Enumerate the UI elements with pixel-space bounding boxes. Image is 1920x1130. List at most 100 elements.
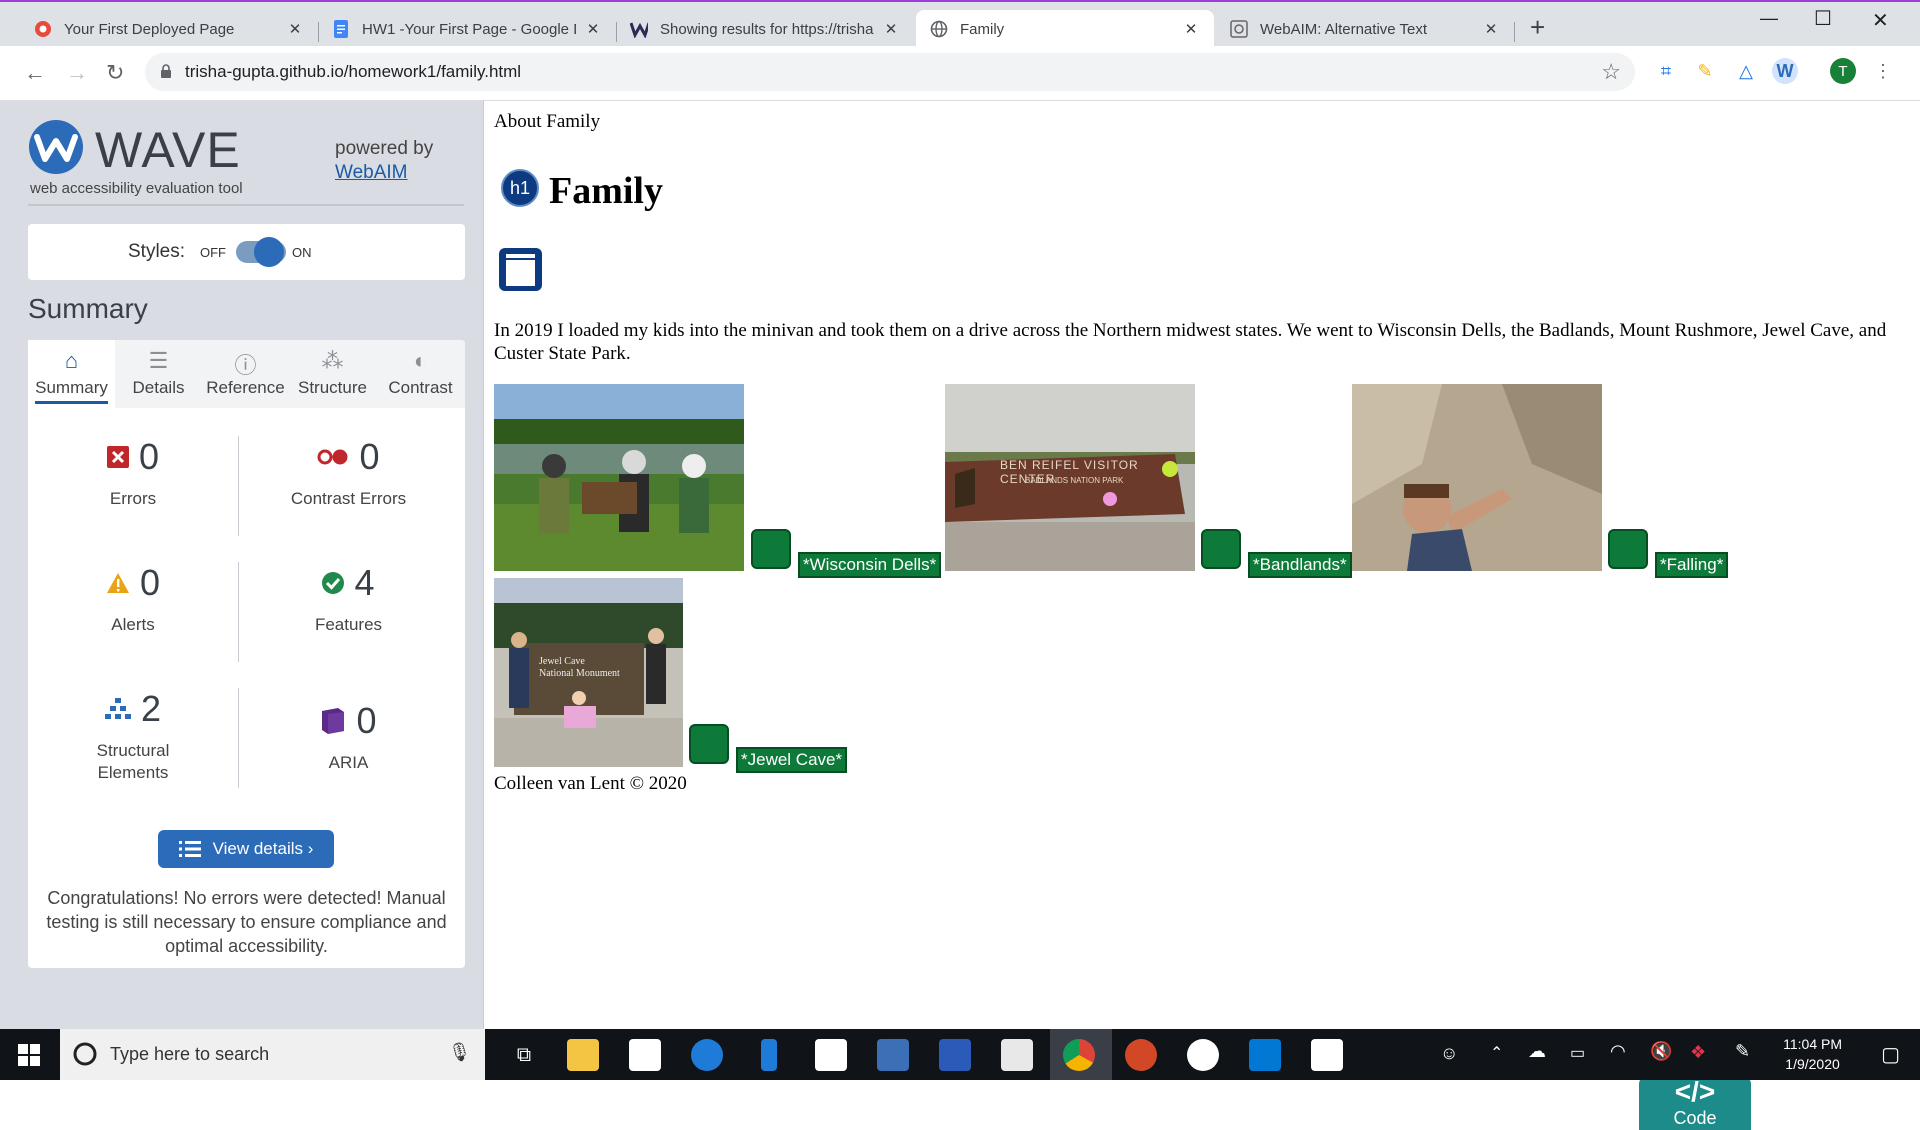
image-feature-icon[interactable]: [689, 724, 729, 764]
tab-wave-results[interactable]: Showing results for https://trisha ✕: [616, 10, 914, 48]
tab-summary[interactable]: ⌂ Summary: [28, 340, 115, 408]
edge-icon[interactable]: [691, 1039, 723, 1071]
tab-title: Your First Deployed Page: [64, 20, 235, 38]
github-icon[interactable]: [1187, 1039, 1219, 1071]
maximize-button[interactable]: ☐: [1814, 6, 1832, 31]
styles-toggle-box: Styles: OFF ON: [28, 224, 465, 280]
tab-title: WebAIM: Alternative Text: [1260, 20, 1428, 38]
image-feature-icon[interactable]: [1608, 529, 1648, 569]
bookmark-star-icon[interactable]: ☆: [1601, 59, 1621, 85]
profile-avatar[interactable]: T: [1830, 58, 1856, 84]
mail-icon[interactable]: [815, 1039, 847, 1071]
image-feature-icon[interactable]: [751, 529, 791, 569]
divider: [238, 688, 239, 788]
tab-hw1-google-docs[interactable]: HW1 -Your First Page - Google D ✕: [318, 10, 616, 48]
photo-wisconsin-dells[interactable]: [494, 384, 744, 571]
styles-off-label: OFF: [200, 245, 226, 260]
stat-structural-elements[interactable]: 2 Structural Elements: [33, 688, 233, 784]
pen-icon[interactable]: ✎: [1735, 1041, 1750, 1062]
forward-button[interactable]: →: [66, 60, 88, 86]
minimize-button[interactable]: —: [1760, 8, 1778, 29]
close-icon[interactable]: ✕: [584, 20, 602, 38]
microphone-icon[interactable]: 🎙: [448, 1042, 471, 1063]
divider: [238, 436, 239, 536]
photo-badlands[interactable]: BEN REIFEL VISITOR CENTER BADLANDS NATIO…: [945, 384, 1195, 571]
tab-contrast[interactable]: ◐ Contrast: [376, 340, 465, 408]
notepad-icon[interactable]: [1001, 1039, 1033, 1071]
alt-text-label: *Wisconsin Dells*: [798, 552, 942, 578]
tab-title: HW1 -Your First Page - Google D: [362, 20, 576, 38]
summary-heading: Summary: [28, 293, 148, 324]
onedrive-icon[interactable]: ☁: [1528, 1041, 1546, 1062]
people-icon[interactable]: ☺: [1440, 1043, 1458, 1064]
tab-title: Family: [960, 20, 1005, 38]
code-toggle-button[interactable]: </> Code: [1639, 1076, 1751, 1130]
close-window-button[interactable]: ✕: [1872, 8, 1889, 33]
python-icon[interactable]: [877, 1039, 909, 1071]
webaim-link[interactable]: WebAIM: [335, 162, 408, 183]
taskbar-clock[interactable]: 11:04 PM 1/9/2020: [1783, 1034, 1842, 1074]
tab-family[interactable]: Family ✕: [916, 10, 1214, 48]
structural-count: 2: [140, 688, 162, 729]
image-feature-icon[interactable]: [1201, 529, 1241, 569]
photos-icon[interactable]: [1311, 1039, 1343, 1071]
back-button[interactable]: ←: [24, 60, 46, 86]
congrats-message: Congratulations! No errors were detected…: [46, 888, 447, 956]
tab-reference[interactable]: ⓘ Reference: [202, 340, 289, 408]
view-details-button[interactable]: View details ›: [158, 830, 334, 868]
styles-label: Styles:: [128, 241, 186, 262]
close-icon[interactable]: ✕: [1482, 20, 1500, 38]
tab-structure[interactable]: ⁂ Structure: [289, 340, 376, 408]
photo-jewel-cave[interactable]: Jewel Cave National Monument: [494, 578, 683, 767]
new-tab-button[interactable]: +: [1530, 14, 1545, 40]
stat-contrast-errors[interactable]: 0 Contrast Errors: [241, 436, 456, 510]
structural-label: Structural Elements: [96, 741, 170, 782]
wave-logo-icon: [29, 120, 83, 174]
code-icon: </>: [1674, 1076, 1716, 1107]
wave-title: WAVE: [95, 122, 241, 178]
taskbar-search[interactable]: Type here to search 🎙: [60, 1029, 485, 1080]
stat-aria[interactable]: 0 ARIA: [241, 700, 456, 774]
task-view-icon[interactable]: ⧉: [508, 1039, 540, 1071]
file-explorer-icon[interactable]: [567, 1039, 599, 1071]
dropbox-icon[interactable]: ❖: [1690, 1042, 1706, 1063]
tab-your-first-deployed-page[interactable]: Your First Deployed Page ✕: [20, 10, 318, 48]
crop-extension-icon[interactable]: ⌗: [1653, 58, 1679, 84]
url-omnibox[interactable]: trisha-gupta.github.io/homework1/family.…: [145, 53, 1635, 91]
h1-badge-icon[interactable]: h1: [501, 169, 539, 207]
close-icon[interactable]: ✕: [286, 20, 304, 38]
chevron-up-icon[interactable]: ⌃: [1490, 1043, 1503, 1063]
header-region-icon[interactable]: [498, 247, 543, 292]
vscode-icon[interactable]: [1249, 1039, 1281, 1071]
alt-text-label: *Falling*: [1655, 552, 1729, 578]
powerpoint-icon[interactable]: [1125, 1039, 1157, 1071]
volume-muted-icon[interactable]: 🔇: [1650, 1041, 1672, 1062]
sign-text: BADLANDS NATION PARK: [1025, 476, 1124, 485]
drive-extension-icon[interactable]: △: [1733, 58, 1759, 84]
powershell-icon[interactable]: [939, 1039, 971, 1071]
microsoft-store-icon[interactable]: [629, 1039, 661, 1071]
stat-errors[interactable]: 0 Errors: [33, 436, 233, 510]
close-icon[interactable]: ✕: [882, 20, 900, 38]
close-icon[interactable]: ✕: [1182, 20, 1200, 38]
battery-icon[interactable]: ▭: [1570, 1043, 1585, 1063]
stat-alerts[interactable]: 0 Alerts: [33, 562, 233, 636]
contrast-error-icon: [317, 449, 348, 465]
toggle-knob[interactable]: [254, 237, 284, 267]
tab-details[interactable]: ☰ Details: [115, 340, 202, 408]
menu-kebab-icon[interactable]: ⋮: [1870, 58, 1896, 84]
clock-time: 11:04 PM: [1783, 1036, 1842, 1052]
chrome-icon[interactable]: [1063, 1039, 1095, 1071]
highlighter-extension-icon[interactable]: ✎: [1692, 58, 1718, 84]
tab-webaim-alt-text[interactable]: WebAIM: Alternative Text ✕: [1216, 10, 1514, 48]
reload-button[interactable]: ↻: [106, 60, 124, 86]
contrast-errors-label: Contrast Errors: [290, 489, 407, 508]
photo-falling[interactable]: [1352, 384, 1602, 571]
wave-extension-icon[interactable]: W: [1772, 58, 1798, 84]
azure-icon[interactable]: [761, 1039, 777, 1071]
stat-features[interactable]: 4 Features: [241, 562, 456, 636]
tab-label: Contrast: [388, 378, 453, 397]
notification-icon[interactable]: ▢: [1881, 1042, 1900, 1067]
windows-start-icon[interactable]: [18, 1044, 40, 1066]
wifi-icon[interactable]: ◠: [1610, 1041, 1626, 1062]
